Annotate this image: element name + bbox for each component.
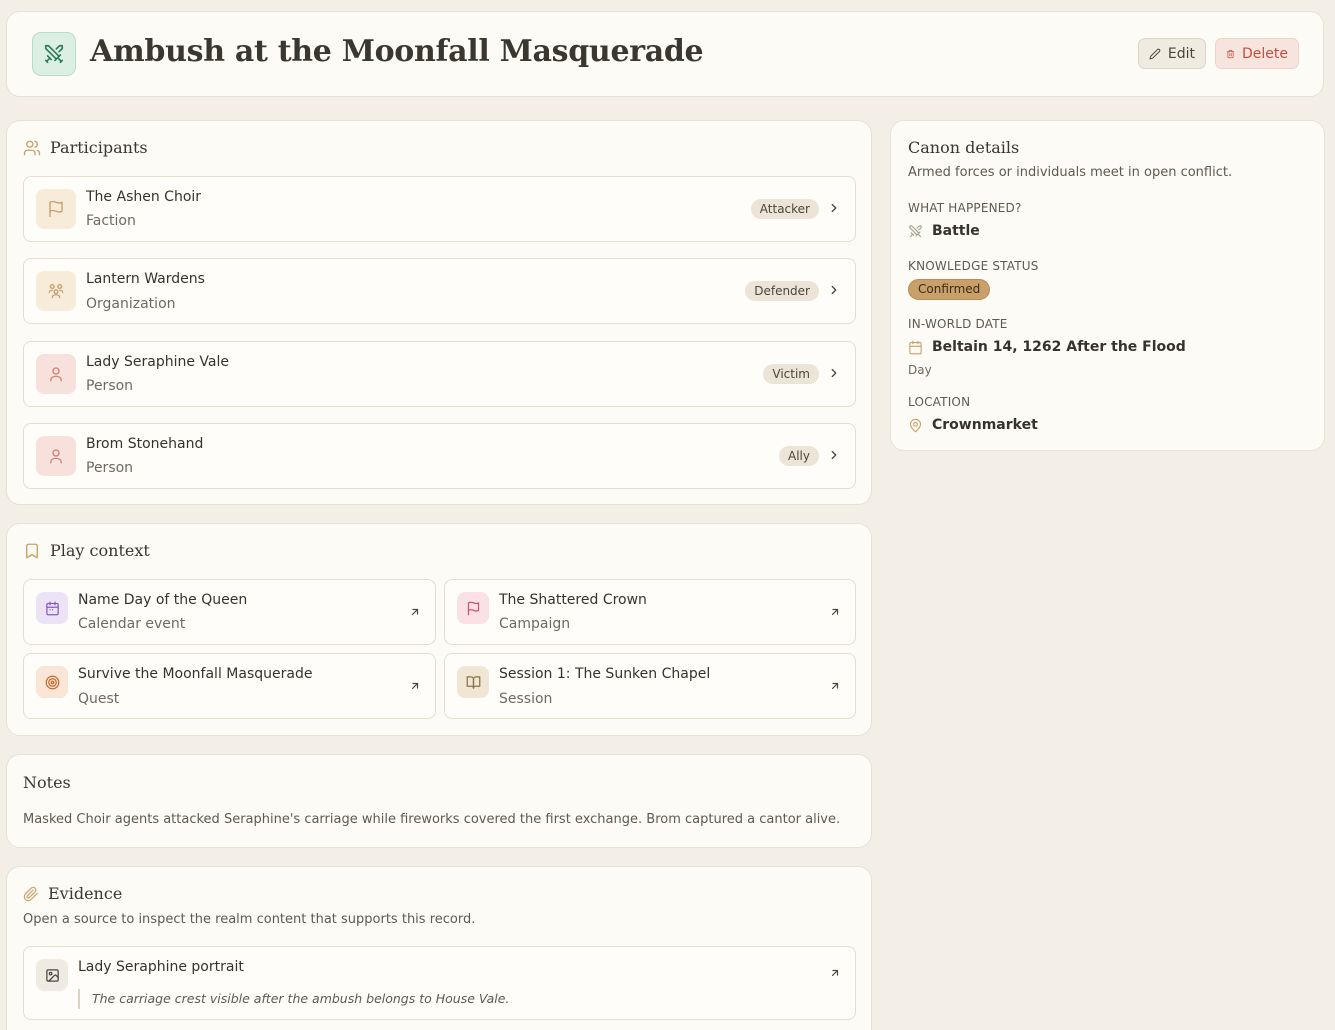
delete-button-label: Delete bbox=[1242, 45, 1288, 62]
in-world-date-label: IN-WORLD DATE bbox=[908, 317, 1008, 331]
context-row[interactable]: Name Day of the Queen Calendar event bbox=[23, 579, 436, 645]
evidence-card: Evidence Open a source to inspect the re… bbox=[6, 866, 872, 1030]
bookmark-icon bbox=[26, 543, 38, 558]
what-happened-value: Battle bbox=[908, 223, 980, 239]
group-icon bbox=[36, 271, 76, 311]
chevron-right-icon bbox=[831, 285, 837, 295]
participants-title: Participants bbox=[50, 138, 148, 157]
chevron-right-icon bbox=[831, 203, 837, 213]
image-icon bbox=[36, 959, 68, 991]
evidence-subtitle: Open a source to inspect the realm conte… bbox=[23, 912, 476, 927]
play-context-title: Play context bbox=[50, 541, 150, 560]
role-badge: Victim bbox=[763, 364, 819, 384]
play-context-card: Play context Name Day of the Queen Calen… bbox=[6, 523, 872, 736]
person-icon bbox=[36, 436, 76, 476]
participant-row[interactable]: Lady Seraphine Vale Person Victim bbox=[23, 341, 856, 407]
evidence-row[interactable]: Lady Seraphine portrait The carriage cre… bbox=[23, 946, 856, 1020]
participant-type: Person bbox=[86, 378, 134, 394]
context-type: Campaign bbox=[499, 616, 571, 632]
participants-card: Participants The Ashen Choir Faction Att… bbox=[6, 120, 872, 505]
context-type: Quest bbox=[78, 691, 120, 707]
role-badge: Attacker bbox=[750, 199, 819, 219]
participant-name: Brom Stonehand bbox=[86, 436, 204, 452]
flag-icon bbox=[36, 189, 76, 229]
notes-card: Notes Masked Choir agents attacked Serap… bbox=[6, 754, 872, 848]
swords-icon bbox=[32, 32, 76, 76]
context-name: The Shattered Crown bbox=[499, 592, 647, 608]
context-row[interactable]: The Shattered Crown Campaign bbox=[444, 579, 856, 645]
status-badge: Confirmed bbox=[908, 279, 991, 300]
calendar-icon bbox=[909, 340, 922, 354]
role-badge: Ally bbox=[779, 446, 819, 466]
what-happened-label: WHAT HAPPENED? bbox=[908, 201, 1022, 215]
users-icon bbox=[23, 140, 41, 155]
canon-description: Armed forces or individuals meet in open… bbox=[908, 165, 1233, 180]
chevron-right-icon bbox=[831, 450, 837, 460]
chevron-right-icon bbox=[831, 368, 837, 378]
play-context-header: Play context bbox=[23, 541, 150, 560]
page-title: Ambush at the Moonfall Masquerade bbox=[90, 34, 704, 69]
in-world-date-value: Beltain 14, 1262 After the Flood bbox=[908, 339, 1186, 355]
canon-title: Canon details bbox=[908, 138, 1020, 157]
role-badge: Defender bbox=[745, 281, 819, 301]
paperclip-icon bbox=[23, 886, 38, 901]
evidence-title: Evidence bbox=[48, 884, 123, 903]
participant-type: Faction bbox=[86, 213, 136, 229]
calendar-icon bbox=[36, 592, 68, 624]
participants-header: Participants bbox=[23, 138, 148, 157]
participant-row[interactable]: Brom Stonehand Person Ally bbox=[23, 423, 856, 489]
delete-button[interactable]: Delete bbox=[1215, 38, 1299, 69]
external-arrow-icon bbox=[831, 969, 839, 977]
page-header: Ambush at the Moonfall Masquerade Edit D… bbox=[6, 11, 1324, 97]
location-label: LOCATION bbox=[908, 395, 971, 409]
external-arrow-icon bbox=[831, 682, 839, 690]
participant-type: Person bbox=[86, 460, 134, 476]
flag-icon bbox=[457, 592, 489, 624]
notes-title: Notes bbox=[23, 773, 71, 792]
participant-name: Lantern Wardens bbox=[86, 271, 205, 287]
notes-text: Masked Choir agents attacked Seraphine's… bbox=[23, 812, 841, 827]
context-name: Session 1: The Sunken Chapel bbox=[499, 666, 711, 682]
participant-name: The Ashen Choir bbox=[86, 189, 202, 205]
trash-icon bbox=[1226, 49, 1235, 58]
participant-row[interactable]: Lantern Wardens Organization Defender bbox=[23, 258, 856, 324]
evidence-quote: The carriage crest visible after the amb… bbox=[78, 989, 509, 1009]
participant-name: Lady Seraphine Vale bbox=[86, 354, 229, 370]
edit-button[interactable]: Edit bbox=[1138, 38, 1206, 69]
context-row[interactable]: Session 1: The Sunken Chapel Session bbox=[444, 653, 856, 719]
context-type: Session bbox=[499, 691, 553, 707]
context-name: Name Day of the Queen bbox=[78, 592, 248, 608]
participant-type: Organization bbox=[86, 296, 176, 312]
canon-details-card: Canon details Armed forces or individual… bbox=[890, 120, 1325, 451]
map-pin-icon bbox=[909, 418, 922, 432]
pencil-icon bbox=[1149, 48, 1161, 59]
what-happened-text: Battle bbox=[932, 223, 980, 239]
location-value: Crownmarket bbox=[908, 417, 1038, 433]
edit-button-label: Edit bbox=[1167, 45, 1195, 62]
swords-icon bbox=[909, 224, 922, 237]
context-row[interactable]: Survive the Moonfall Masquerade Quest bbox=[23, 653, 436, 719]
external-arrow-icon bbox=[831, 608, 839, 616]
date-precision: Day bbox=[908, 363, 932, 377]
book-icon bbox=[457, 666, 489, 698]
person-icon bbox=[36, 354, 76, 394]
evidence-header: Evidence bbox=[23, 884, 122, 903]
external-arrow-icon bbox=[411, 682, 419, 690]
context-name: Survive the Moonfall Masquerade bbox=[78, 666, 313, 682]
location-text: Crownmarket bbox=[932, 417, 1038, 433]
in-world-date-text: Beltain 14, 1262 After the Flood bbox=[932, 339, 1186, 355]
target-icon bbox=[36, 666, 68, 698]
knowledge-status-label: KNOWLEDGE STATUS bbox=[908, 259, 1039, 273]
evidence-quote-text: The carriage crest visible after the amb… bbox=[92, 991, 510, 1006]
evidence-name: Lady Seraphine portrait bbox=[78, 959, 244, 975]
participant-row[interactable]: The Ashen Choir Faction Attacker bbox=[23, 176, 856, 242]
external-arrow-icon bbox=[411, 608, 419, 616]
context-type: Calendar event bbox=[78, 616, 186, 632]
